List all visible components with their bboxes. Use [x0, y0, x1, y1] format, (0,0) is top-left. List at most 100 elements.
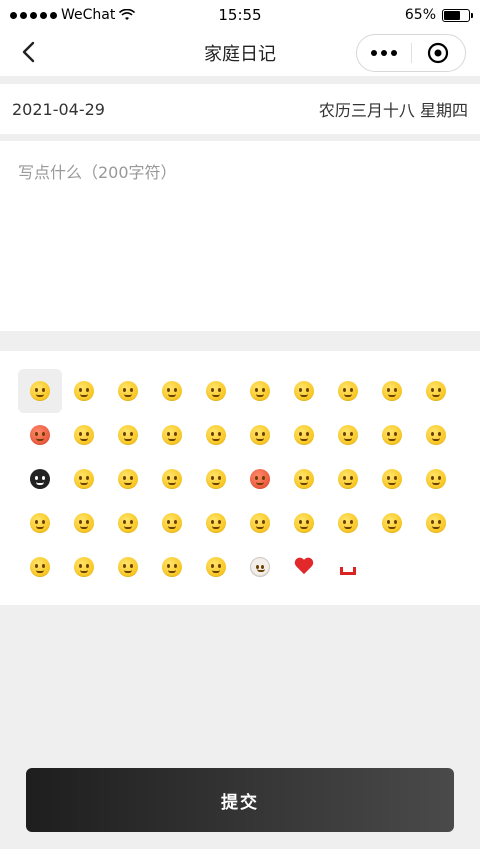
red-heart-icon	[294, 558, 314, 576]
signal-dots-icon	[10, 11, 57, 19]
emoji-item[interactable]	[238, 545, 282, 589]
status-left: WeChat	[10, 7, 136, 23]
kiss-face-icon	[294, 381, 314, 401]
emoji-item[interactable]	[18, 457, 62, 501]
happy-face-icon	[426, 381, 446, 401]
emoji-item[interactable]	[150, 501, 194, 545]
emoji-item[interactable]	[326, 369, 370, 413]
grimace-face-icon	[162, 557, 182, 577]
sneeze-face-icon	[382, 381, 402, 401]
emoji-item[interactable]	[150, 369, 194, 413]
emoji-item[interactable]	[106, 545, 150, 589]
emoji-item[interactable]	[282, 501, 326, 545]
emoji-item[interactable]	[282, 545, 326, 589]
emoji-panel	[0, 351, 480, 605]
emoji-item[interactable]	[370, 501, 414, 545]
emoji-item[interactable]	[18, 545, 62, 589]
emoji-item[interactable]	[238, 457, 282, 501]
pig-face-icon	[250, 557, 270, 577]
emoji-item[interactable]	[238, 413, 282, 457]
emoji-item[interactable]	[150, 545, 194, 589]
emoji-item[interactable]	[106, 457, 150, 501]
thinking-face-icon	[118, 425, 138, 445]
emoji-item[interactable]	[194, 545, 238, 589]
emoji-item[interactable]	[106, 369, 150, 413]
emoji-item[interactable]	[194, 413, 238, 457]
emoji-item[interactable]	[414, 369, 458, 413]
question-face-icon	[294, 469, 314, 489]
emoji-item[interactable]	[326, 413, 370, 457]
grin-face-icon	[30, 381, 50, 401]
emoji-item[interactable]	[194, 457, 238, 501]
emoji-item[interactable]	[62, 501, 106, 545]
emoji-item[interactable]	[18, 501, 62, 545]
shocked-face-icon	[426, 425, 446, 445]
emoji-item[interactable]	[370, 457, 414, 501]
love-eyes-icon	[294, 513, 314, 533]
emoji-item[interactable]	[326, 457, 370, 501]
emoji-item[interactable]	[106, 413, 150, 457]
emoji-item[interactable]	[62, 457, 106, 501]
wink-face-icon	[338, 381, 358, 401]
shy-face-icon	[162, 381, 182, 401]
emoji-item[interactable]	[106, 501, 150, 545]
more-dots-icon[interactable]	[357, 50, 411, 56]
status-bar: WeChat 15:55 65%	[0, 0, 480, 30]
gift-partial-icon	[340, 567, 356, 575]
smirk-face-icon	[338, 425, 358, 445]
drool-face-icon	[382, 469, 402, 489]
cool-face-icon	[250, 513, 270, 533]
date-bar: 2021-04-29 农历三月十八 星期四	[0, 84, 480, 134]
angry-face-icon	[30, 425, 50, 445]
emoji-item[interactable]	[326, 545, 370, 589]
chevron-left-icon	[22, 41, 35, 63]
close-mini-program-button[interactable]	[412, 42, 465, 64]
tears-face-icon	[74, 425, 94, 445]
blush-face-icon	[206, 381, 226, 401]
shrug-face-icon	[338, 513, 358, 533]
emoji-item[interactable]	[282, 457, 326, 501]
emoji-item[interactable]	[370, 369, 414, 413]
carrier-label: WeChat	[61, 7, 116, 23]
editor-area	[0, 141, 480, 331]
emoji-item[interactable]	[150, 413, 194, 457]
submit-button[interactable]: 提交	[26, 768, 454, 832]
emoji-item[interactable]	[282, 369, 326, 413]
emoji-item[interactable]	[282, 413, 326, 457]
emoji-item[interactable]	[150, 457, 194, 501]
surprised-face-icon	[250, 381, 270, 401]
emoji-item[interactable]	[194, 369, 238, 413]
capsule-menu	[356, 34, 466, 72]
status-right: 65%	[404, 7, 473, 23]
peek-face-icon	[118, 557, 138, 577]
crying-laugh-icon	[74, 381, 94, 401]
emoji-item[interactable]	[414, 457, 458, 501]
emoji-item[interactable]	[194, 501, 238, 545]
cheer-face-icon	[206, 469, 226, 489]
emoji-item[interactable]	[62, 413, 106, 457]
ok-face-icon	[382, 513, 402, 533]
sad-face-icon	[74, 469, 94, 489]
emoji-item[interactable]	[18, 369, 62, 413]
dizzy-face-icon	[74, 513, 94, 533]
emoji-item[interactable]	[326, 501, 370, 545]
emoji-item[interactable]	[414, 413, 458, 457]
hug-face-icon	[250, 425, 270, 445]
scared-face-icon	[118, 469, 138, 489]
sweat-face-icon	[162, 513, 182, 533]
battery-percent: 65%	[404, 7, 436, 23]
groan-face-icon	[206, 557, 226, 577]
emoji-item[interactable]	[238, 501, 282, 545]
diary-textarea[interactable]	[18, 159, 462, 313]
emoji-item[interactable]	[414, 501, 458, 545]
sleepy-face-icon	[118, 513, 138, 533]
emoji-item[interactable]	[62, 545, 106, 589]
back-button[interactable]	[14, 38, 42, 66]
emoji-item[interactable]	[62, 369, 106, 413]
emoji-item[interactable]	[18, 413, 62, 457]
battery-icon	[442, 8, 473, 22]
wow-face-icon	[206, 513, 226, 533]
emoji-item[interactable]	[370, 413, 414, 457]
emoji-item[interactable]	[238, 369, 282, 413]
nav-bar: 家庭日记	[0, 30, 480, 76]
